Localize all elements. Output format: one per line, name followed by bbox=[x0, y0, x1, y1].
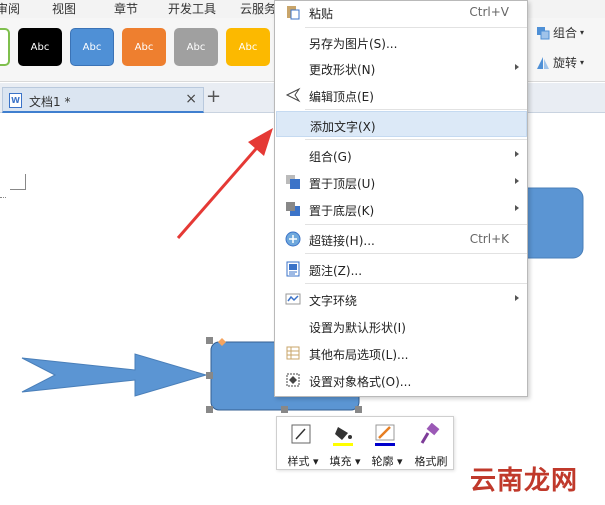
menu-item-edit-vertices[interactable]: 编辑顶点(E) bbox=[276, 82, 527, 108]
menu-item-label: 更改形状(N) bbox=[309, 63, 376, 77]
menu-item-label: 编辑顶点(E) bbox=[309, 90, 374, 104]
context-menu: 粘贴 Ctrl+V 另存为图片(S)... 更改形状(N) 编辑顶点(E) 添加… bbox=[274, 0, 528, 397]
outline-pen-icon bbox=[375, 424, 395, 446]
submenu-arrow-icon bbox=[515, 151, 519, 157]
resize-handle[interactable] bbox=[206, 372, 213, 379]
format-painter-icon bbox=[420, 423, 440, 444]
menu-item-change-shape[interactable]: 更改形状(N) bbox=[276, 55, 527, 81]
menu-item-shortcut: Ctrl+V bbox=[469, 5, 509, 19]
menu-item-group[interactable]: 组合(G) bbox=[276, 142, 527, 168]
fill-bucket-icon bbox=[333, 427, 353, 446]
format-object-icon bbox=[286, 373, 300, 387]
submenu-arrow-icon bbox=[515, 64, 519, 70]
app-window: 审阅 视图 章节 开发工具 云服务 Abc Abc Abc Abc Abc 组合… bbox=[0, 0, 605, 505]
text-wrap-icon bbox=[285, 293, 301, 305]
annotation-arrow-line bbox=[176, 141, 264, 239]
menu-item-save-as-image[interactable]: 另存为图片(S)... bbox=[276, 29, 527, 55]
menu-divider bbox=[305, 253, 527, 254]
menu-item-label: 文字环绕 bbox=[309, 294, 358, 308]
caption-icon bbox=[286, 261, 300, 277]
menu-item-label: 设置为默认形状(I) bbox=[309, 321, 406, 335]
format-painter-label: 格式刷 bbox=[414, 455, 448, 468]
submenu-arrow-icon bbox=[515, 178, 519, 184]
hyperlink-icon bbox=[285, 231, 301, 247]
resize-handle[interactable] bbox=[206, 337, 213, 344]
menu-item-paste[interactable]: 粘贴 Ctrl+V bbox=[276, 0, 527, 25]
watermark-logo: 云南龙网 bbox=[470, 466, 579, 496]
menu-item-label: 置于底层(K) bbox=[309, 204, 375, 218]
style-icon bbox=[291, 424, 311, 444]
menu-divider bbox=[305, 139, 527, 140]
arrow-shape[interactable] bbox=[21, 353, 208, 397]
edit-vertices-icon bbox=[285, 87, 301, 103]
menu-item-hyperlink[interactable]: 超链接(H)... Ctrl+K bbox=[276, 226, 527, 252]
menu-item-label: 设置对象格式(O)... bbox=[309, 375, 412, 389]
menu-item-label: 添加文字(X) bbox=[310, 120, 376, 134]
menu-item-format-object[interactable]: 设置对象格式(O)... bbox=[276, 367, 527, 393]
menu-item-send-to-back[interactable]: 置于底层(K) bbox=[276, 196, 527, 222]
menu-item-set-default-shape[interactable]: 设置为默认形状(I) bbox=[276, 313, 527, 339]
fill-label: 填充 ▾ bbox=[329, 455, 361, 468]
menu-item-label: 组合(G) bbox=[309, 150, 352, 164]
menu-item-label: 超链接(H)... bbox=[309, 234, 375, 248]
floating-toolbar: 样式 ▾ 填充 ▾ 轮廓 ▾ 格式刷 bbox=[276, 416, 454, 470]
menu-item-shortcut: Ctrl+K bbox=[469, 232, 509, 246]
submenu-arrow-icon bbox=[515, 295, 519, 301]
fill-button[interactable]: 填充 ▾ bbox=[323, 421, 363, 468]
menu-divider bbox=[305, 27, 527, 28]
paste-icon bbox=[287, 6, 300, 20]
bring-to-front-icon bbox=[286, 175, 300, 189]
style-label: 样式 ▾ bbox=[287, 455, 319, 468]
resize-handle[interactable] bbox=[206, 406, 213, 413]
menu-item-label: 其他布局选项(L)... bbox=[309, 348, 409, 362]
menu-item-label: 置于顶层(U) bbox=[309, 177, 376, 191]
menu-item-label: 题注(Z)... bbox=[309, 264, 363, 278]
outline-label: 轮廓 ▾ bbox=[371, 455, 403, 468]
resize-handle[interactable] bbox=[281, 406, 288, 413]
submenu-arrow-icon bbox=[515, 205, 519, 211]
menu-item-add-text[interactable]: 添加文字(X) bbox=[276, 111, 527, 137]
menu-item-label: 另存为图片(S)... bbox=[309, 37, 398, 51]
format-painter-button[interactable]: 格式刷 bbox=[409, 421, 449, 468]
menu-divider bbox=[305, 283, 527, 284]
menu-divider bbox=[305, 109, 527, 110]
layout-icon bbox=[286, 346, 300, 360]
style-button[interactable]: 样式 ▾ bbox=[281, 421, 321, 468]
menu-item-bring-to-front[interactable]: 置于顶层(U) bbox=[276, 169, 527, 195]
outline-button[interactable]: 轮廓 ▾ bbox=[365, 421, 405, 468]
menu-item-more-layout[interactable]: 其他布局选项(L)... bbox=[276, 340, 527, 366]
menu-item-caption[interactable]: 题注(Z)... bbox=[276, 256, 527, 282]
menu-item-label: 粘贴 bbox=[309, 7, 334, 21]
resize-handle[interactable] bbox=[355, 406, 362, 413]
menu-item-text-wrap[interactable]: 文字环绕 bbox=[276, 286, 527, 312]
send-to-back-icon bbox=[286, 202, 300, 216]
menu-divider bbox=[305, 224, 527, 225]
